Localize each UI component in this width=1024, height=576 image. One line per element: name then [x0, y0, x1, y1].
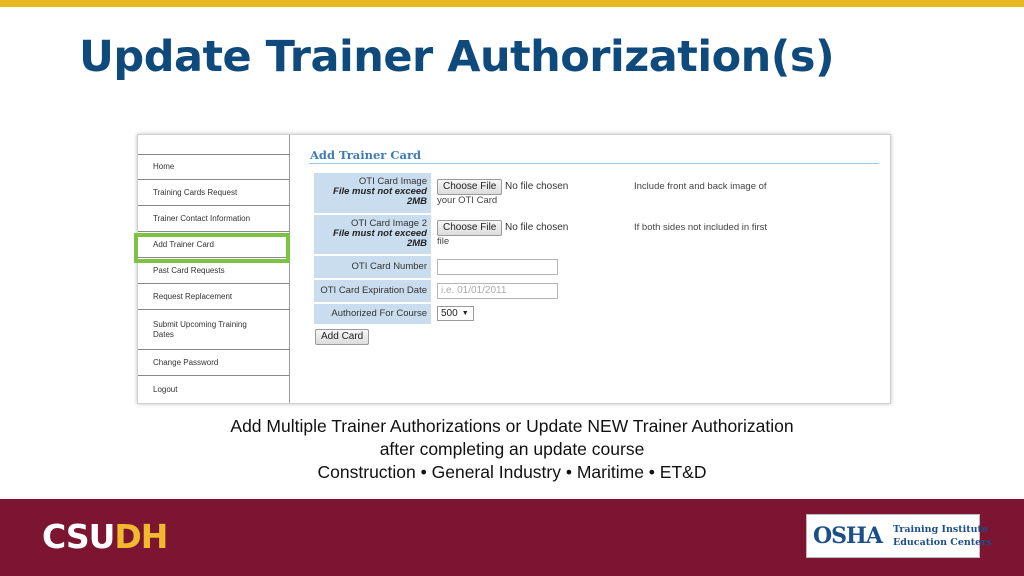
footer-bar: CSUDH OSHA Training Institute Education …	[0, 499, 1024, 576]
sidebar-item-label: Change Password	[153, 357, 219, 367]
file-size-note: File must not exceed 2MB	[333, 228, 427, 249]
course-select-value: 500	[441, 308, 458, 319]
osha-logo: OSHA Training Institute Education Center…	[806, 514, 992, 558]
sidebar-item-label: Past Card Requests	[153, 265, 225, 275]
image1-hint: Include front and back image of	[634, 181, 767, 192]
logo-part-dh: DH	[114, 517, 168, 556]
sidebar-item-label: Training Cards Request	[153, 187, 238, 197]
file-status-1: No file chosen	[505, 181, 569, 192]
file-status-2: No file chosen	[505, 222, 569, 233]
file-size-note: File must not exceed 2MB	[333, 186, 427, 207]
chevron-down-icon: ▼	[461, 310, 469, 317]
oti-card-expiration-label: OTI Card Expiration Date	[313, 279, 432, 303]
logo-part-csu: CSU	[42, 517, 115, 556]
oti-card-image-label: OTI Card Image File must not exceed 2MB	[313, 172, 432, 214]
caption-line-3: Construction • General Industry • Mariti…	[317, 462, 707, 482]
sidebar-item-change-password[interactable]: Change Password	[138, 350, 289, 376]
choose-file-button-1[interactable]: Choose File	[437, 179, 503, 195]
heading-divider	[309, 163, 879, 164]
add-card-form: Add Trainer Card OTI Card Image File mus…	[290, 135, 890, 403]
image2-hint: If both sides not included in first	[634, 222, 768, 233]
caption-line-1: Add Multiple Trainer Authorizations or U…	[230, 416, 794, 436]
sidebar-item-label: Logout	[153, 384, 178, 394]
choose-file-button-2[interactable]: Choose File	[437, 220, 503, 236]
screenshot-panel: Home Training Cards Request Trainer Cont…	[137, 134, 891, 404]
form-heading: Add Trainer Card	[310, 148, 422, 162]
sidebar-item-label: Request Replacement	[153, 291, 233, 301]
sidebar-nav: Home Training Cards Request Trainer Cont…	[138, 135, 290, 403]
sidebar-item-logout[interactable]: Logout	[138, 376, 289, 403]
sidebar-item-label: Trainer Contact Information	[153, 213, 251, 223]
sidebar-item-training-cards-request[interactable]: Training Cards Request	[138, 180, 289, 206]
course-select[interactable]: 500 ▼	[437, 306, 474, 321]
sidebar-item-request-replacement[interactable]: Request Replacement	[138, 284, 289, 310]
csudh-logo: CSUDH	[42, 517, 168, 556]
add-card-button[interactable]: Add Card	[315, 329, 370, 345]
oti-card-number-input[interactable]	[437, 259, 558, 275]
highlight-box	[134, 233, 290, 263]
top-accent-bar	[0, 0, 1024, 7]
osha-wordmark: OSHA	[813, 523, 883, 549]
caption-line-2: after completing an update course	[379, 439, 645, 459]
sidebar-item-home[interactable]: Home	[138, 154, 289, 180]
sidebar-item-label: Submit Upcoming Training Dates	[153, 319, 247, 339]
oti-card-number-label: OTI Card Number	[313, 255, 432, 279]
sidebar-item-trainer-contact-information[interactable]: Trainer Contact Information	[138, 206, 289, 232]
slide-title: Update Trainer Authorization(s)	[79, 32, 835, 82]
authorized-course-label: Authorized For Course	[313, 303, 432, 325]
image1-hint-cont: your OTI Card	[437, 195, 498, 206]
osha-line-2: Education Centers	[893, 537, 992, 548]
sidebar-item-label: Home	[153, 162, 175, 171]
sidebar-item-submit-upcoming-training-dates[interactable]: Submit Upcoming Training Dates	[138, 310, 289, 350]
image2-hint-cont: file	[437, 236, 450, 247]
osha-line-1: Training Institute	[893, 524, 988, 535]
oti-card-image-2-label: OTI Card Image 2 File must not exceed 2M…	[313, 214, 432, 255]
expiration-date-input[interactable]: i.e. 01/01/2011	[437, 283, 558, 299]
